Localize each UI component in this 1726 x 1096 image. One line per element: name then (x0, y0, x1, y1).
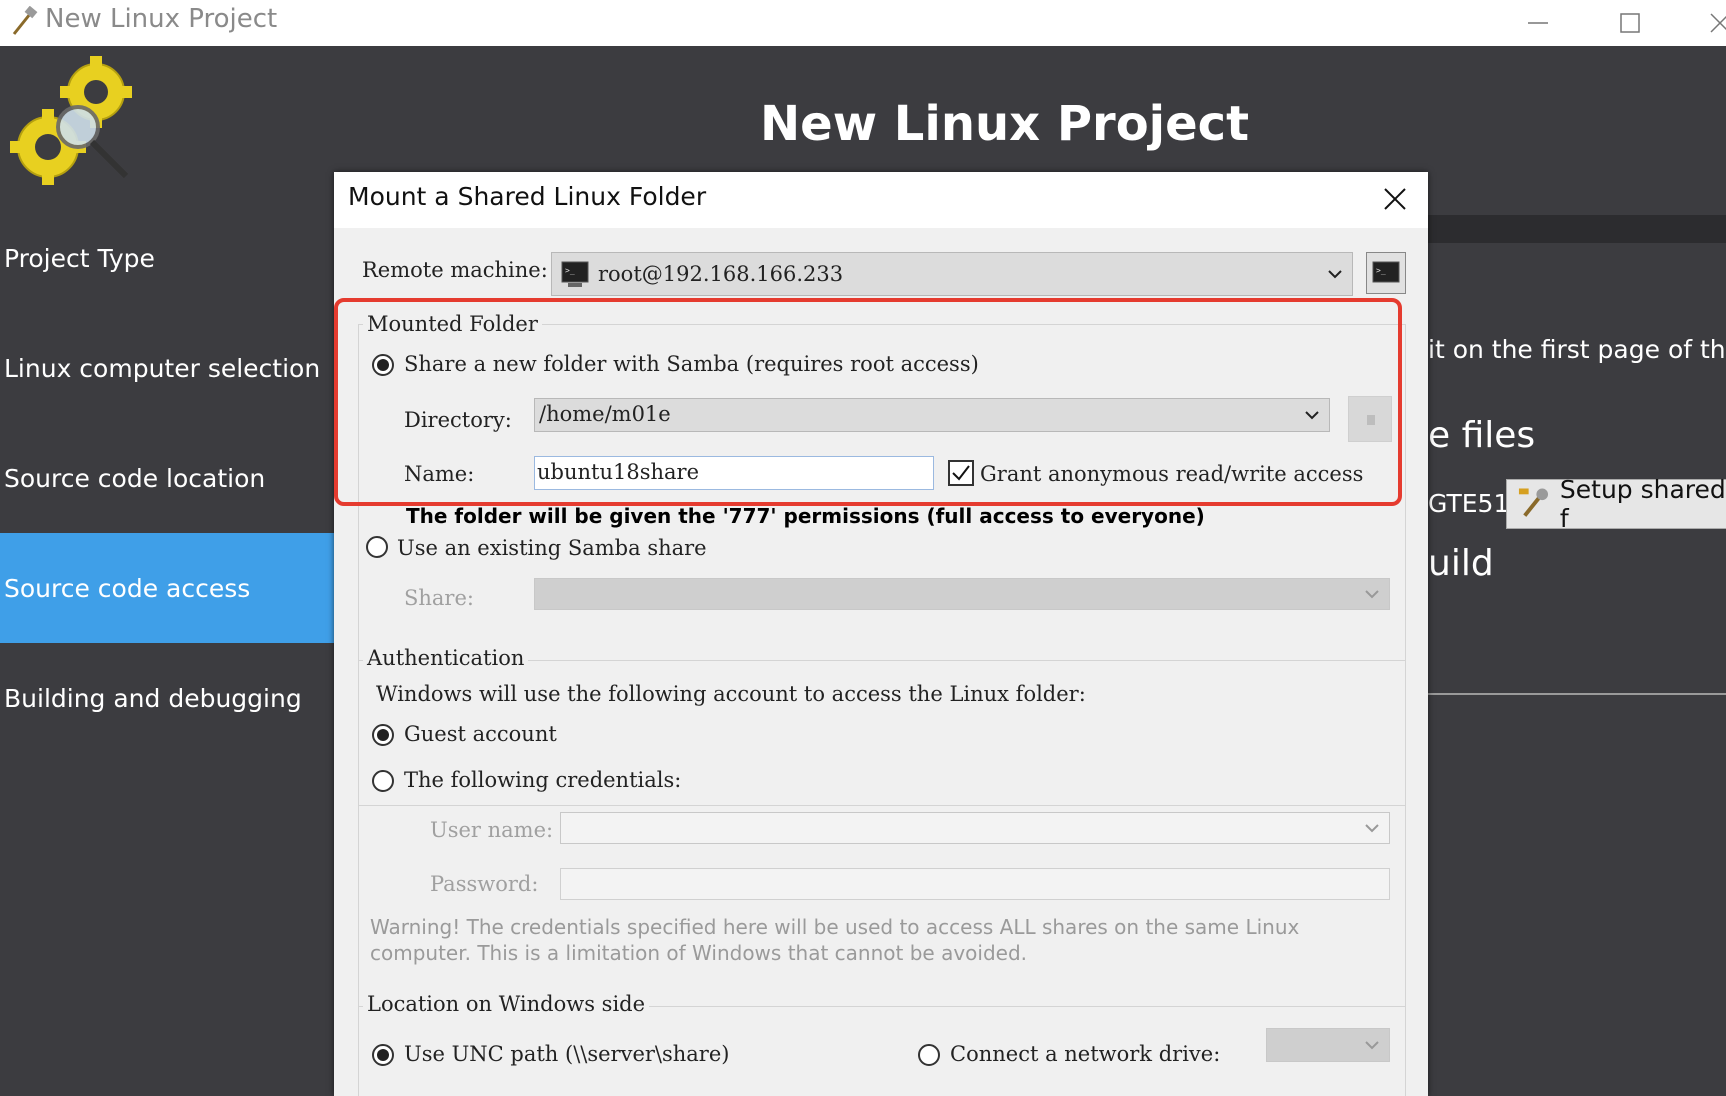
credentials-radio[interactable] (372, 770, 394, 792)
network-drive-label: Connect a network drive: (950, 1042, 1221, 1066)
grant-anonymous-checkbox[interactable] (948, 460, 974, 486)
directory-label: Directory: (404, 408, 512, 432)
chevron-down-icon (1365, 824, 1379, 833)
terminal-icon: >_ (561, 261, 589, 287)
chevron-down-icon (1365, 1041, 1379, 1050)
sidebar-item-linux-computer-selection[interactable]: Linux computer selection (0, 313, 334, 423)
mount-shared-folder-dialog: Mount a Shared Linux Folder Remote machi… (334, 172, 1428, 1096)
permissions-note: The folder will be given the '777' permi… (406, 504, 1205, 528)
network-drive-select[interactable] (1266, 1028, 1390, 1062)
svg-text:>_: >_ (565, 266, 575, 275)
guest-account-radio[interactable] (372, 724, 394, 746)
checkmark-icon (952, 465, 970, 481)
unc-path-label: Use UNC path (\\server\share) (404, 1042, 730, 1066)
guest-account-label: Guest account (404, 722, 557, 746)
directory-select[interactable]: /home/m01e (534, 398, 1330, 432)
username-select[interactable] (560, 812, 1390, 844)
grant-anonymous-label: Grant anonymous read/write access (980, 462, 1364, 486)
dialog-title: Mount a Shared Linux Folder (348, 182, 707, 211)
setup-shared-folder-button[interactable]: Setup shared f (1506, 475, 1726, 533)
window-titlebar: New Linux Project (0, 0, 1726, 46)
window-close-button[interactable] (1690, 0, 1726, 46)
unc-path-radio[interactable] (372, 1044, 394, 1066)
open-terminal-button[interactable]: >_ (1366, 252, 1406, 294)
dialog-titlebar: Mount a Shared Linux Folder (334, 172, 1428, 228)
sidebar-item-building-and-debugging[interactable]: Building and debugging (0, 643, 334, 753)
terminal-icon: >_ (1372, 261, 1400, 283)
location-group-label: Location on Windows side (363, 992, 650, 1016)
use-existing-share-radio[interactable] (366, 536, 388, 558)
wrench-icon (1518, 488, 1549, 517)
background-divider (1428, 693, 1726, 695)
remote-machine-select[interactable]: >_ root@192.168.166.233 (551, 252, 1353, 296)
credentials-label: The following credentials: (404, 768, 682, 792)
wizard-sidebar: Project Type Linux computer selection So… (0, 203, 334, 1096)
browse-icon (1367, 415, 1375, 425)
share-name-value: ubuntu18share (537, 460, 699, 484)
minimize-icon (1528, 22, 1548, 24)
minimize-button[interactable] (1508, 0, 1568, 46)
background-content-panel: it on the first page of the e files GTE5… (1428, 203, 1726, 1096)
authentication-group-label: Authentication (363, 646, 529, 670)
svg-text:>_: >_ (1376, 266, 1386, 275)
window-title: New Linux Project (45, 4, 278, 34)
close-icon (1710, 13, 1726, 33)
share-name-input[interactable]: ubuntu18share (534, 456, 934, 490)
use-existing-share-label: Use an existing Samba share (397, 536, 707, 560)
sidebar-item-project-type[interactable]: Project Type (0, 203, 334, 313)
dialog-close-icon[interactable] (1380, 184, 1410, 214)
mounted-folder-group-label: Mounted Folder (363, 312, 542, 336)
password-label: Password: (430, 872, 539, 896)
hammer-icon (12, 6, 38, 35)
setup-shared-folder-label: Setup shared f (1559, 475, 1726, 533)
existing-share-select[interactable] (534, 578, 1390, 610)
share-label: Share: (404, 586, 474, 610)
gears-magnifier-icon (10, 56, 132, 185)
background-text-line1: it on the first page of the (1428, 335, 1726, 364)
browse-directory-button[interactable] (1348, 396, 1392, 442)
background-text-machine: GTE51 (1428, 489, 1510, 518)
share-new-folder-label: Share a new folder with Samba (requires … (404, 352, 979, 376)
sidebar-item-source-code-access[interactable]: Source code access (0, 533, 334, 643)
credentials-warning: Warning! The credentials specified here … (370, 915, 1300, 965)
username-label: User name: (430, 818, 554, 842)
share-new-folder-radio[interactable] (372, 354, 394, 376)
remote-machine-label: Remote machine: (362, 258, 548, 282)
background-heading-build: uild (1428, 543, 1494, 584)
sidebar-item-source-code-location[interactable]: Source code location (0, 423, 334, 533)
network-drive-radio[interactable] (918, 1044, 940, 1066)
background-bar (1428, 215, 1726, 243)
directory-value: /home/m01e (539, 402, 671, 426)
background-heading-files: e files (1428, 415, 1536, 456)
maximize-button[interactable] (1600, 0, 1660, 46)
chevron-down-icon (1365, 590, 1379, 599)
authentication-description: Windows will use the following account t… (376, 682, 1086, 706)
password-input[interactable] (560, 868, 1390, 900)
maximize-icon (1620, 13, 1640, 33)
page-title: New Linux Project (760, 96, 1250, 152)
remote-machine-value: root@192.168.166.233 (598, 262, 844, 286)
name-label: Name: (404, 462, 475, 486)
chevron-down-icon (1328, 270, 1342, 279)
chevron-down-icon (1305, 411, 1319, 420)
